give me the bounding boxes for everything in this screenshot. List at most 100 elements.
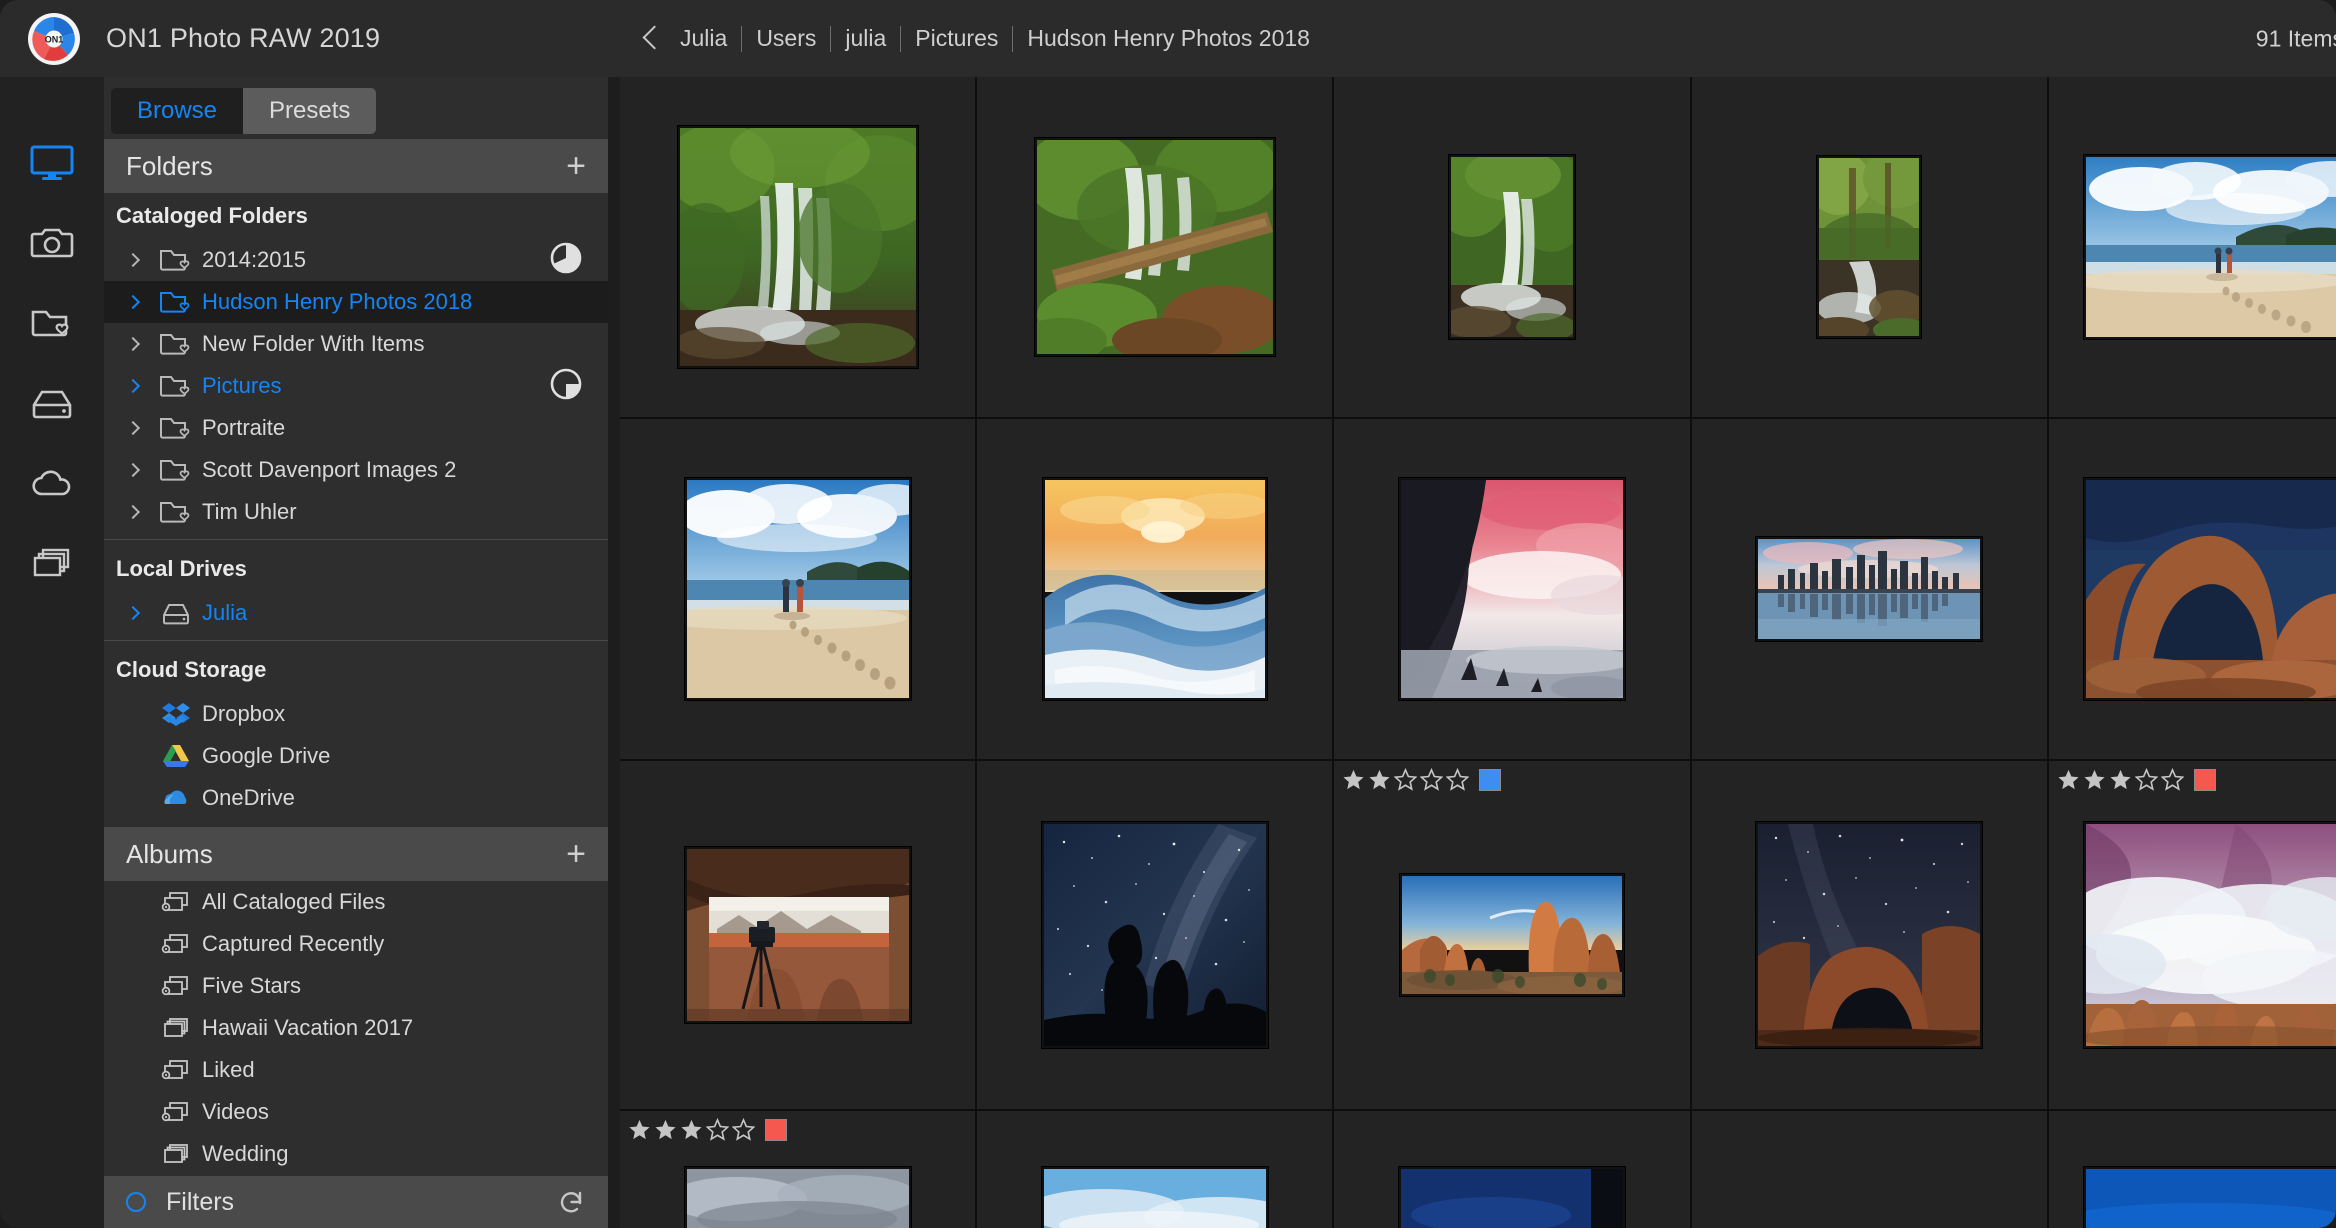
thumbnail-image (678, 126, 918, 368)
thumbnail-cell-desert-arch-double[interactable] (2049, 419, 2336, 759)
thumbnail-cell-bottom-partial-1[interactable] (620, 1111, 977, 1228)
rating-overlay[interactable] (628, 1118, 787, 1141)
star-empty-icon[interactable] (2161, 768, 2184, 791)
chevron-right-icon[interactable] (116, 465, 150, 475)
thumbnail-cell-beach-couple-walking[interactable] (620, 419, 977, 759)
folder-row-hudson-henry-photos-2018[interactable]: Hudson Henry Photos 2018 (104, 281, 608, 323)
color-label-blue[interactable] (1479, 769, 1501, 791)
cloud-row-onedrive[interactable]: OneDrive (104, 777, 608, 819)
album-row-hawaii-vacation-2017[interactable]: Hawaii Vacation 2017 (104, 1007, 608, 1049)
breadcrumb-item-0[interactable]: Julia (676, 25, 741, 52)
layers-module[interactable] (0, 525, 104, 605)
folder-row-portraite[interactable]: Portraite (104, 407, 608, 449)
star-empty-icon[interactable] (2135, 768, 2158, 791)
thumbnail-cell-waterfall-panther-creek[interactable] (620, 77, 977, 417)
breadcrumb-item-4[interactable]: Hudson Henry Photos 2018 (1013, 25, 1324, 52)
thumbnail-cell-city-skyline-reflection[interactable] (1692, 419, 2049, 759)
browse-module[interactable] (0, 125, 104, 205)
chevron-right-icon[interactable] (116, 423, 150, 433)
star-filled-icon[interactable] (2109, 768, 2132, 791)
star-filled-icon[interactable] (680, 1118, 703, 1141)
thumbnail-cell-sea-stack-pink-sunset[interactable] (1334, 419, 1691, 759)
back-chevron-icon[interactable] (640, 22, 660, 56)
thumbnail-cell-forest-stream[interactable] (1692, 77, 2049, 417)
cloud-label: Google Drive (202, 743, 330, 769)
hard-drive-icon (150, 600, 202, 626)
thumbnail-cell-waterfall-tall[interactable] (1334, 77, 1691, 417)
folder-row-tim-uhler[interactable]: Tim Uhler (104, 491, 608, 533)
thumbnail-cell-beach-footprints-wide[interactable] (2049, 77, 2336, 417)
add-album-button[interactable]: + (566, 837, 586, 871)
star-empty-icon[interactable] (1420, 768, 1443, 791)
color-label-red[interactable] (765, 1119, 787, 1141)
folder-heart-icon (150, 289, 202, 315)
album-icon (150, 1141, 202, 1167)
breadcrumb: Julia Users julia Pictures Hudson Henry … (676, 25, 1324, 52)
breadcrumb-item-1[interactable]: Users (742, 25, 830, 52)
folder-label: 2014:2015 (202, 247, 306, 273)
thumbnail-cell-bottom-partial-4[interactable] (1692, 1111, 2049, 1228)
thumbnail-cell-turret-arch-night[interactable] (1692, 761, 2049, 1109)
breadcrumb-item-3[interactable]: Pictures (901, 25, 1012, 52)
thumbnail-cell-clouds-over-fins[interactable] (2049, 761, 2336, 1109)
thumbnail-cell-bottom-partial-2[interactable] (977, 1111, 1334, 1228)
group-label-cloud-storage: Cloud Storage (104, 647, 608, 693)
star-empty-icon[interactable] (1394, 768, 1417, 791)
star-filled-icon[interactable] (2083, 768, 2106, 791)
group-label-cataloged: Cataloged Folders (104, 193, 608, 239)
folder-row-scott-davenport-images-2[interactable]: Scott Davenport Images 2 (104, 449, 608, 491)
star-empty-icon[interactable] (706, 1118, 729, 1141)
drive-row-julia[interactable]: Julia (104, 592, 608, 634)
thumbnail-cell-mesa-arch-tripod[interactable] (620, 761, 977, 1109)
divider (104, 640, 608, 641)
album-row-wedding[interactable]: Wedding (104, 1133, 608, 1175)
star-filled-icon[interactable] (2057, 768, 2080, 791)
chevron-right-icon[interactable] (116, 608, 150, 618)
thumbnail-cell-bottom-partial-3[interactable] (1334, 1111, 1691, 1228)
album-row-five-stars[interactable]: Five Stars (104, 965, 608, 1007)
thumbnail-cell-waterfall-log[interactable] (977, 77, 1334, 417)
thumbnail-cell-bottom-partial-5[interactable] (2049, 1111, 2336, 1228)
tab-browse[interactable]: Browse (111, 88, 243, 134)
thumbnail-cell-balanced-rock-milkyway[interactable] (977, 761, 1334, 1109)
tab-presets[interactable]: Presets (243, 88, 376, 134)
chevron-right-icon[interactable] (116, 381, 150, 391)
star-filled-icon[interactable] (654, 1118, 677, 1141)
thumbnail-image (1399, 478, 1625, 700)
camera-module[interactable] (0, 205, 104, 285)
star-empty-icon[interactable] (1446, 768, 1469, 791)
star-empty-icon[interactable] (732, 1118, 755, 1141)
breadcrumb-item-2[interactable]: julia (831, 25, 900, 52)
chevron-right-icon[interactable] (116, 507, 150, 517)
color-label-red[interactable] (2194, 769, 2216, 791)
rating-overlay[interactable] (1342, 768, 1501, 791)
filter-toggle-circle-icon[interactable] (126, 1192, 146, 1212)
cloud-row-dropbox[interactable]: Dropbox (104, 693, 608, 735)
smart-album-icon (150, 1057, 202, 1083)
star-filled-icon[interactable] (1342, 768, 1365, 791)
albums-module[interactable] (0, 285, 104, 365)
album-row-liked[interactable]: Liked (104, 1049, 608, 1091)
add-folder-button[interactable]: + (566, 149, 586, 183)
thumbnail-cell-ocean-wave-sunrise[interactable] (977, 419, 1334, 759)
folder-row-pictures[interactable]: Pictures (104, 365, 608, 407)
drives-module[interactable] (0, 365, 104, 445)
cloud-module[interactable] (0, 445, 104, 525)
cloud-row-google-drive[interactable]: Google Drive (104, 735, 608, 777)
reset-arrow-icon[interactable] (556, 1186, 586, 1219)
star-filled-icon[interactable] (628, 1118, 651, 1141)
album-row-captured-recently[interactable]: Captured Recently (104, 923, 608, 965)
album-row-videos[interactable]: Videos (104, 1091, 608, 1133)
chevron-right-icon[interactable] (116, 339, 150, 349)
folder-label: Scott Davenport Images 2 (202, 457, 456, 483)
folder-row-2014-2015[interactable]: 2014:2015 (104, 239, 608, 281)
smart-album-icon (150, 1099, 202, 1125)
star-filled-icon[interactable] (1368, 768, 1391, 791)
folder-row-new-folder-with-items[interactable]: New Folder With Items (104, 323, 608, 365)
album-row-all-cataloged-files[interactable]: All Cataloged Files (104, 881, 608, 923)
chevron-right-icon[interactable] (116, 255, 150, 265)
chevron-right-icon[interactable] (116, 297, 150, 307)
thumbnail-cell-park-avenue-arches[interactable] (1334, 761, 1691, 1109)
rating-overlay[interactable] (2057, 768, 2216, 791)
folders-section-header: Folders + (104, 139, 608, 193)
